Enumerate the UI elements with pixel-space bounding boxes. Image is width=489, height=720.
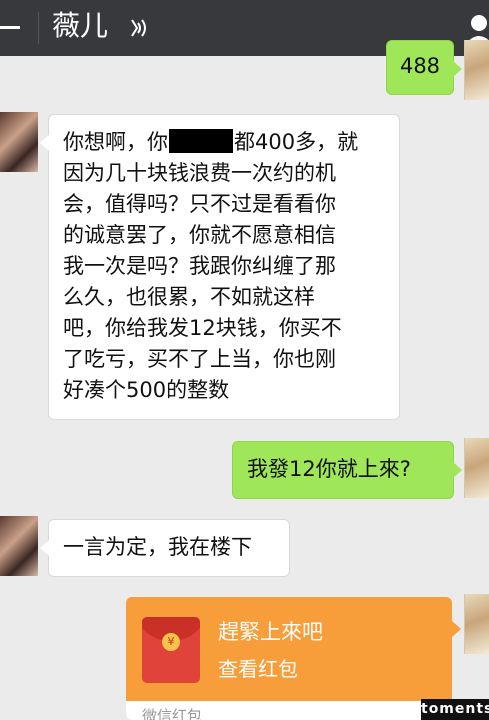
red-packet-card[interactable]: ¥ 趕緊上來吧 查看红包 微信红包 xyxy=(126,597,461,720)
message-line: 么久，也很累，不如就这样 xyxy=(63,285,315,309)
message-line: 的诚意罢了，你就不愿意相信 xyxy=(63,223,336,247)
voice-mode-icon xyxy=(131,19,146,37)
coin-icon: ¥ xyxy=(162,633,180,651)
contact-avatar[interactable] xyxy=(0,516,38,576)
header-divider xyxy=(38,12,39,44)
red-packet-subtitle: 查看红包 xyxy=(218,657,298,681)
self-avatar[interactable] xyxy=(464,594,489,654)
message-text: 一言为定，我在楼下 xyxy=(63,535,252,559)
redacted-block xyxy=(169,129,233,153)
red-packet-footer: 微信红包 xyxy=(126,701,452,720)
message-line: 会，值得吗？只不过是看看你 xyxy=(63,192,336,216)
message-line: 你想啊，你 都400多，就 xyxy=(63,129,359,154)
chat-title: 薇儿 xyxy=(52,9,109,42)
message-line: 吧，你给我发12块钱，你买不 xyxy=(63,316,342,340)
message-line: 好凑个500的整数 xyxy=(63,378,230,402)
self-avatar[interactable] xyxy=(464,40,489,100)
red-packet-footer-label: 微信红包 xyxy=(142,707,203,720)
contact-avatar[interactable] xyxy=(0,112,38,172)
message-line: 我一次是吗？我跟你纠缠了那 xyxy=(63,254,336,278)
message-text: 488 xyxy=(399,54,441,78)
red-packet-title: 趕緊上來吧 xyxy=(218,620,323,644)
message-line: 了吃亏，买不了上当，你也刚 xyxy=(63,347,336,371)
self-avatar[interactable] xyxy=(464,438,489,498)
sent-message-bubble[interactable]: 488 xyxy=(386,40,462,95)
back-arrow-icon[interactable] xyxy=(0,16,22,40)
red-packet-icon: ¥ xyxy=(142,617,200,683)
received-message-bubble[interactable]: 你想啊，你 都400多，就 因为几十块钱浪费一次约的机 会，值得吗？只不过是看看你… xyxy=(40,114,400,420)
message-line: 因为几十块钱浪费一次约的机 xyxy=(63,161,336,185)
watermark: toments xyxy=(421,699,489,720)
received-message-bubble[interactable]: 一言为定，我在楼下 xyxy=(40,519,290,577)
sent-message-bubble[interactable]: 我發12你就上來? xyxy=(232,441,462,499)
message-text: 我發12你就上來? xyxy=(247,457,411,481)
